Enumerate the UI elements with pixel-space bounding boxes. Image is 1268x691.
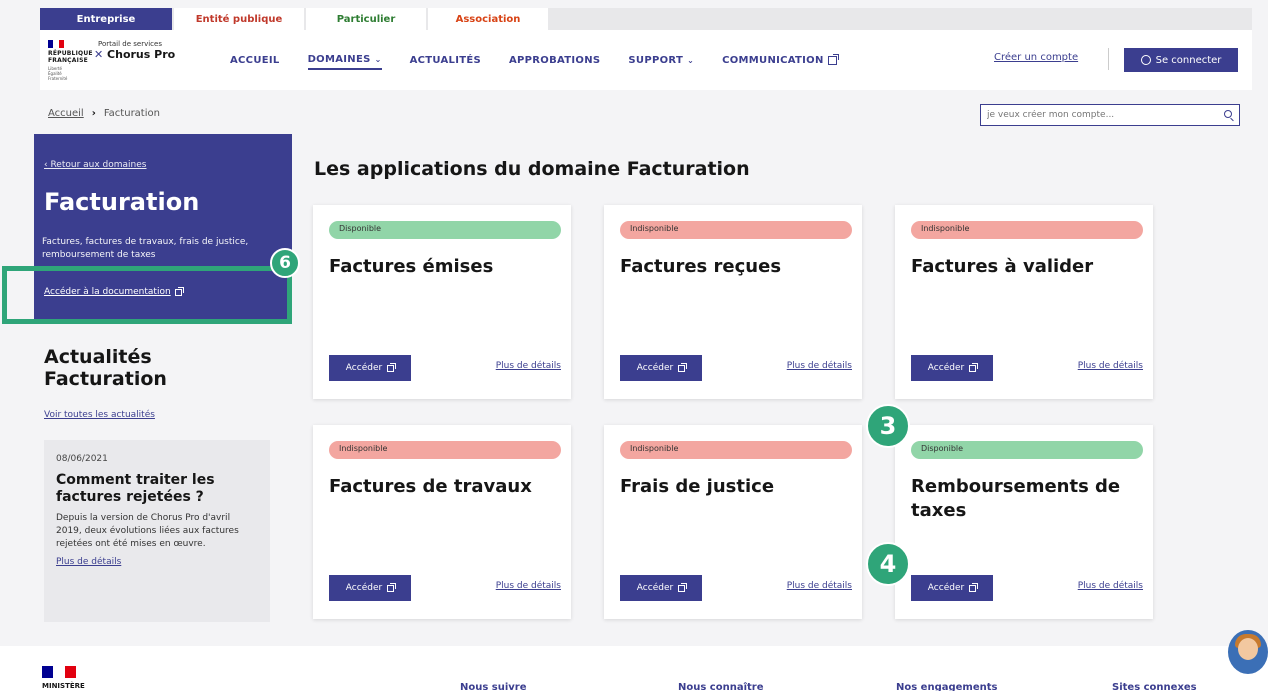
assistant-face [1238, 638, 1258, 660]
portal-subtitle: Portail de services [98, 40, 162, 48]
external-link-icon [678, 582, 688, 592]
details-link[interactable]: Plus de détails [1078, 361, 1143, 371]
news-date: 08/06/2021 [56, 454, 108, 464]
republique-francaise-label: RÉPUBLIQUE FRANÇAISE [48, 50, 93, 64]
site-header: RÉPUBLIQUE FRANÇAISE Liberté Égalité Fra… [40, 30, 1252, 90]
external-link-icon [969, 362, 979, 372]
access-button[interactable]: Accéder [620, 575, 702, 601]
app-title: Remboursements de taxes [911, 476, 1121, 521]
external-link-icon [387, 582, 397, 592]
news-headline[interactable]: Comment traiter les factures rejetées ? [56, 472, 258, 506]
callout-badge-6: 6 [270, 248, 300, 278]
domain-description: Factures, factures de travaux, frais de … [42, 237, 249, 260]
nav-support[interactable]: SUPPORT ⌄ [628, 50, 694, 70]
site-footer: MINISTÈRE Nous suivre Nous connaître Nos… [0, 646, 1268, 691]
app-title: Factures à valider [911, 256, 1094, 277]
tab-entite-publique[interactable]: Entité publique [174, 8, 304, 30]
breadcrumb-row: Accueil › Facturation [40, 94, 1252, 134]
app-card: Disponible Factures émises Accéder Plus … [313, 205, 571, 399]
breadcrumb: Accueil › Facturation [48, 108, 160, 119]
footer-link-about[interactable]: Nous connaître [678, 682, 764, 691]
breadcrumb-separator: › [91, 108, 96, 119]
portal-name: ✕ Chorus Pro [94, 48, 176, 61]
ministry-label: MINISTÈRE [42, 682, 85, 690]
external-link-icon [174, 286, 184, 296]
login-button[interactable]: Se connecter [1124, 48, 1238, 72]
marianne-icon [48, 40, 64, 48]
all-news-link[interactable]: Voir toutes les actualités [44, 410, 155, 420]
app-title: Factures de travaux [329, 476, 532, 497]
details-link[interactable]: Plus de détails [787, 581, 852, 591]
status-badge: Disponible [329, 221, 561, 239]
news-section-title: Actualités Facturation [44, 346, 167, 390]
news-card: 08/06/2021 Comment traiter les factures … [44, 440, 270, 622]
tab-entreprise[interactable]: Entreprise [40, 8, 172, 30]
access-button[interactable]: Accéder [620, 355, 702, 381]
audience-tabs: Entreprise Entité publique Particulier A… [40, 8, 1252, 30]
nav-accueil[interactable]: ACCUEIL [230, 50, 280, 70]
chorus-bird-icon: ✕ [94, 48, 108, 61]
chat-assistant-avatar[interactable] [1228, 630, 1268, 674]
domain-title: Facturation [44, 188, 200, 216]
status-badge: Indisponible [329, 441, 561, 459]
app-title: Factures émises [329, 256, 494, 277]
marianne-icon [42, 666, 76, 678]
status-badge: Disponible [911, 441, 1143, 459]
details-link[interactable]: Plus de détails [1078, 581, 1143, 591]
callout-badge-4: 4 [866, 542, 910, 586]
nav-domaines[interactable]: DOMAINES ⌄ [307, 50, 382, 70]
external-link-icon [827, 53, 839, 65]
page-title: Les applications du domaine Facturation [314, 158, 750, 180]
details-link[interactable]: Plus de détails [787, 361, 852, 371]
chevron-down-icon: ⌄ [374, 54, 382, 64]
status-badge: Indisponible [620, 221, 852, 239]
chorus-pro-logo[interactable]: RÉPUBLIQUE FRANÇAISE Liberté Égalité Fra… [48, 40, 218, 84]
chevron-down-icon: ⌄ [687, 55, 695, 65]
footer-link-follow[interactable]: Nous suivre [460, 682, 527, 691]
access-button[interactable]: Accéder [329, 575, 411, 601]
details-link[interactable]: Plus de détails [496, 581, 561, 591]
access-button[interactable]: Accéder [329, 355, 411, 381]
app-card: Indisponible Factures reçues Accéder Plu… [604, 205, 862, 399]
nav-communication[interactable]: COMMUNICATION [722, 50, 839, 70]
app-title: Frais de justice [620, 476, 775, 497]
status-badge: Indisponible [620, 441, 852, 459]
access-button[interactable]: Accéder [911, 355, 993, 381]
app-card: Indisponible Frais de justice Accéder Pl… [604, 425, 862, 619]
republic-motto: Liberté Égalité Fraternité [48, 66, 68, 81]
breadcrumb-current: Facturation [103, 108, 160, 119]
breadcrumb-home[interactable]: Accueil [48, 108, 84, 119]
callout-badge-3: 3 [866, 404, 910, 448]
external-link-icon [969, 582, 979, 592]
news-body: Depuis la version de Chorus Pro d'avril … [56, 513, 239, 549]
user-icon [1140, 55, 1151, 65]
app-card: Disponible Remboursements de taxes Accéd… [895, 425, 1153, 619]
tab-association[interactable]: Association [428, 8, 548, 30]
search-icon[interactable] [1224, 110, 1232, 118]
tab-particulier[interactable]: Particulier [306, 8, 426, 30]
app-title: Factures reçues [620, 256, 782, 277]
header-divider [1108, 48, 1109, 70]
back-to-domains-link[interactable]: ‹ Retour aux domaines [44, 160, 147, 170]
footer-link-related-sites[interactable]: Sites connexes [1112, 682, 1197, 691]
external-link-icon [387, 362, 397, 372]
search-input[interactable] [980, 104, 1240, 126]
app-card: Indisponible Factures de travaux Accéder… [313, 425, 571, 619]
footer-link-commitments[interactable]: Nos engagements [896, 682, 997, 691]
status-badge: Indisponible [911, 221, 1143, 239]
nav-approbations[interactable]: APPROBATIONS [509, 50, 600, 70]
documentation-link[interactable]: Accéder à la documentation [44, 286, 184, 297]
app-card: Indisponible Factures à valider Accéder … [895, 205, 1153, 399]
external-link-icon [678, 362, 688, 372]
access-button[interactable]: Accéder [911, 575, 993, 601]
nav-actualites[interactable]: ACTUALITÉS [410, 50, 481, 70]
create-account-link[interactable]: Créer un compte [994, 52, 1078, 63]
news-details-link[interactable]: Plus de détails [56, 557, 258, 567]
main-nav: ACCUEIL DOMAINES ⌄ ACTUALITÉS APPROBATION… [230, 30, 865, 90]
details-link[interactable]: Plus de détails [496, 361, 561, 371]
